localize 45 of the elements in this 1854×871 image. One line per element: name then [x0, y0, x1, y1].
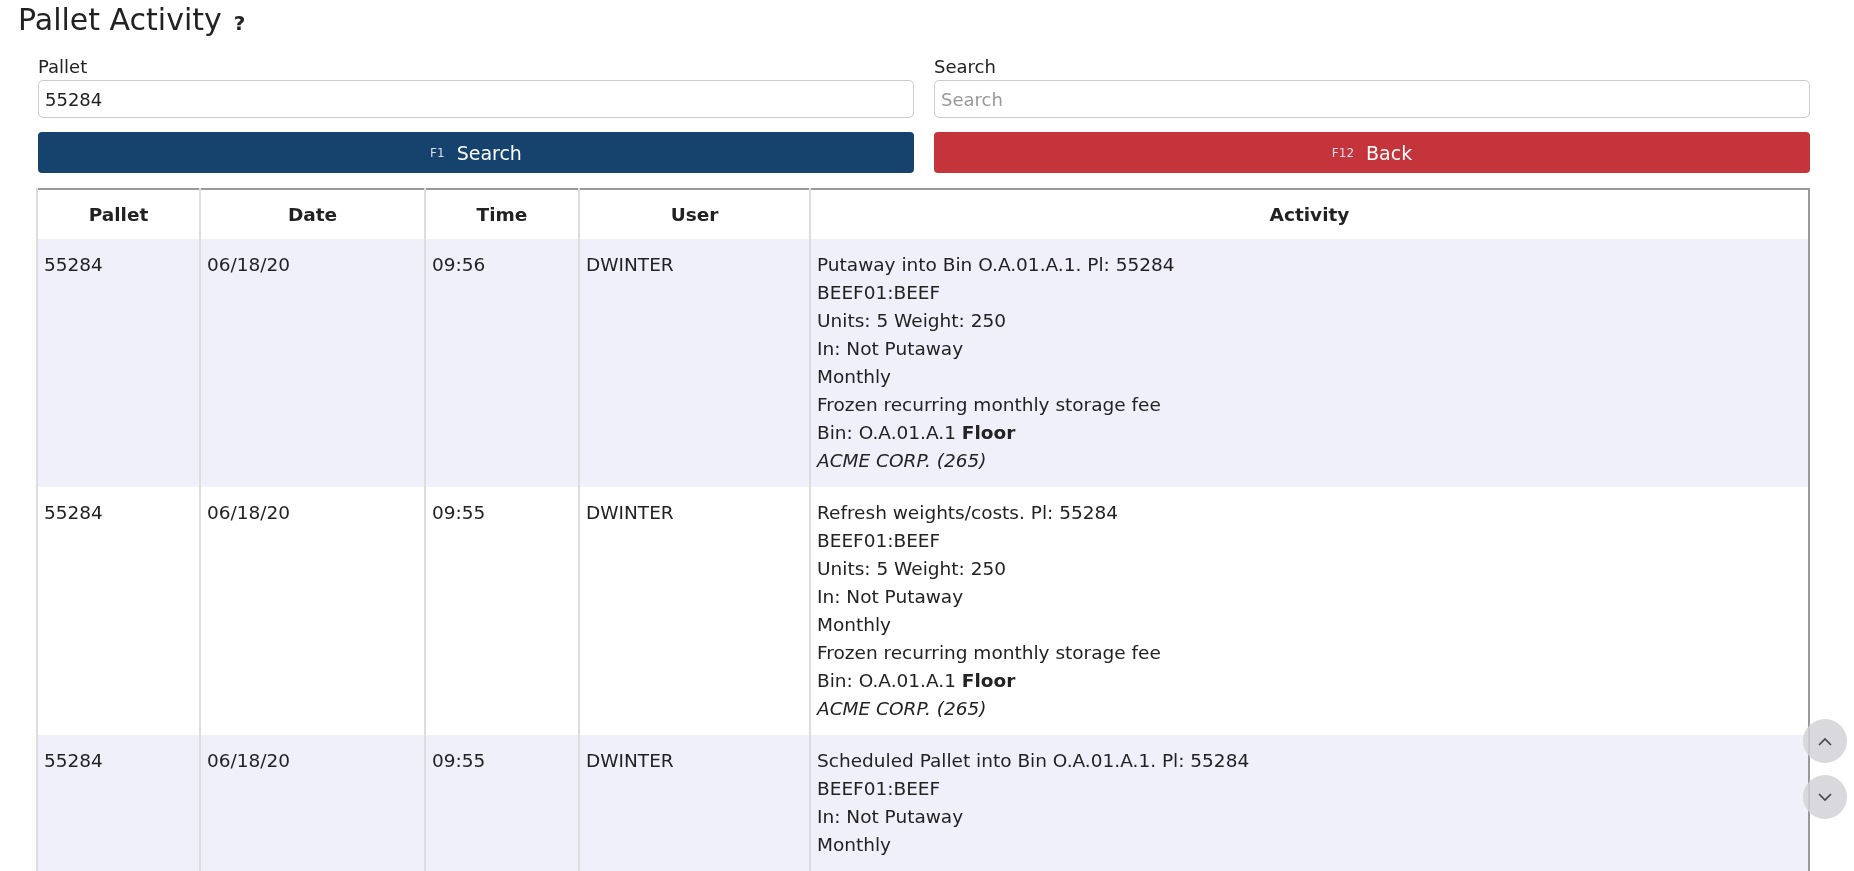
activity-line: Frozen recurring monthly storage fee [817, 641, 1162, 665]
activity-line: BEEF01:BEEF [817, 529, 942, 553]
activity-line: Units: 5 Weight: 250 [817, 557, 1007, 581]
column-header: User [579, 189, 810, 239]
table-cell: 09:56 [425, 239, 579, 487]
activity-line: Putaway into Bin O.A.01.A.1. Pl: 55284 [817, 253, 1176, 277]
table-cell: 55284 [37, 735, 200, 871]
chevron-up-icon [1818, 736, 1832, 746]
activity-line: In: Not Putaway [817, 337, 965, 361]
activity-line: BEEF01:BEEF [817, 281, 942, 305]
customer-name: ACME CORP. (265) [817, 449, 988, 473]
activity-line: Bin: O.A.01.A.1 Floor [817, 669, 1017, 693]
table-cell: 55284 [37, 239, 200, 487]
scroll-up-button[interactable] [1803, 719, 1847, 763]
table-cell: DWINTER [579, 735, 810, 871]
input-field[interactable]: Search [934, 80, 1810, 118]
table-cell: 09:55 [425, 735, 579, 871]
activity-line: Monthly [817, 613, 893, 637]
scroll-down-button[interactable] [1803, 775, 1847, 819]
column-header: Activity [810, 189, 1809, 239]
activity-line: In: Not Putaway [817, 805, 965, 829]
chevron-down-icon [1818, 792, 1832, 802]
field-label: Pallet [38, 56, 88, 77]
back-button[interactable]: F12 Back [934, 132, 1810, 173]
table-cell: 06/18/20 [200, 735, 425, 871]
input-field[interactable]: 55284 [38, 80, 914, 118]
table-cell: DWINTER [579, 239, 810, 487]
column-header: Pallet [37, 189, 200, 239]
activity-line: Monthly [817, 365, 893, 389]
activity-line: Frozen recurring monthly storage fee [817, 393, 1162, 417]
page-title: Pallet Activity [18, 2, 222, 37]
activity-line: Bin: O.A.01.A.1 Floor [817, 421, 1017, 445]
activity-line: In: Not Putaway [817, 585, 965, 609]
customer-name: ACME CORP. (265) [817, 697, 988, 721]
search-button[interactable]: F1 Search [38, 132, 914, 173]
activity-line: Refresh weights/costs. Pl: 55284 [817, 501, 1120, 525]
column-header: Date [200, 189, 425, 239]
column-header: Time [425, 189, 579, 239]
activity-line: Scheduled Pallet into Bin O.A.01.A.1. Pl: 55284 [817, 749, 1251, 773]
field-label: Search [934, 56, 996, 77]
activity-line: Monthly [817, 833, 893, 857]
activity-line: Units: 5 Weight: 250 [817, 309, 1007, 333]
table-cell: 06/18/20 [200, 239, 425, 487]
activity-line: BEEF01:BEEF [817, 777, 942, 801]
help-link[interactable]: ? [233, 11, 246, 35]
